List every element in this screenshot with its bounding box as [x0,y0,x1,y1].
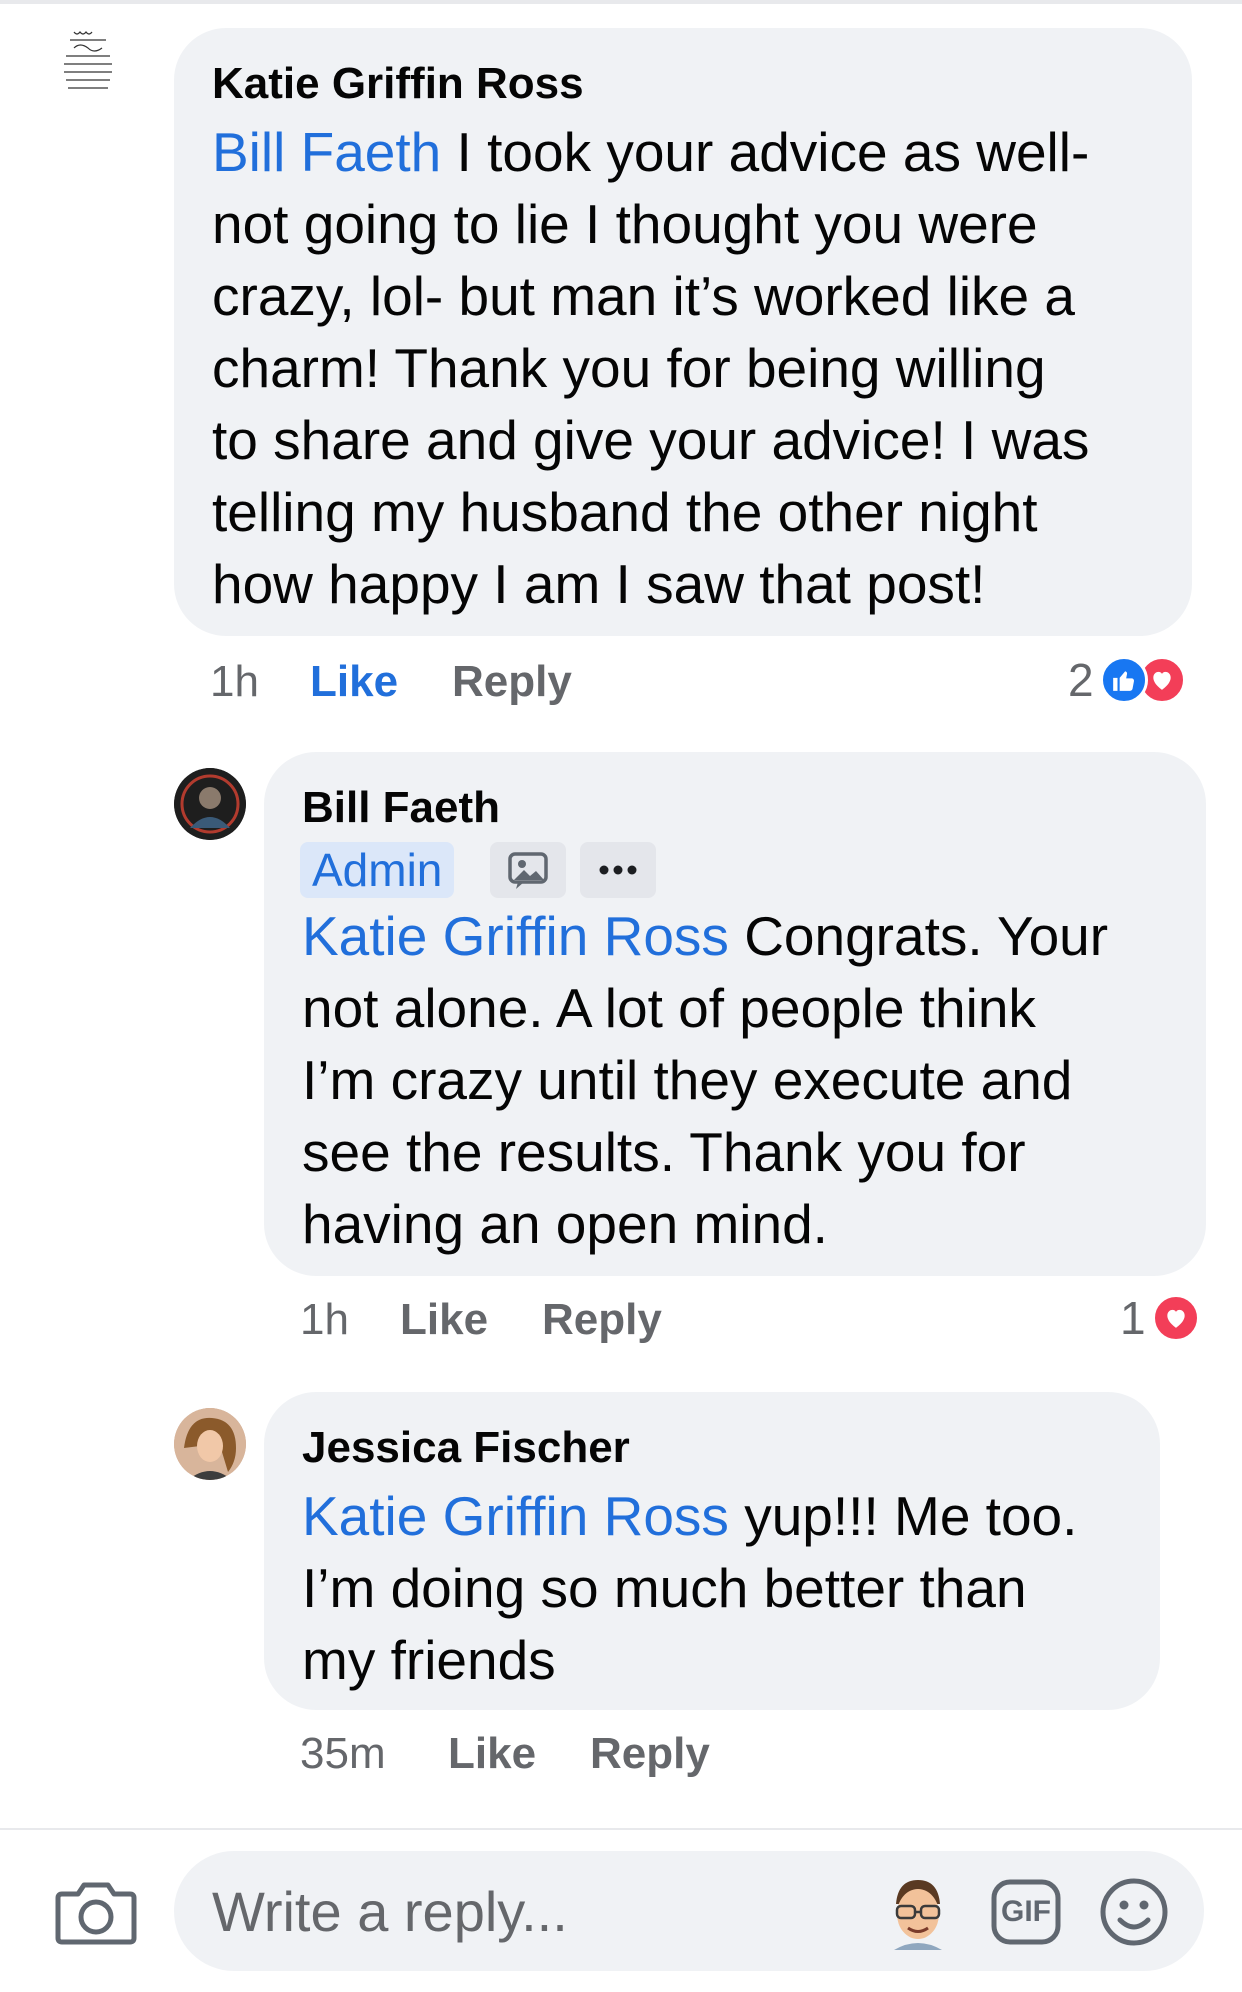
comment-timestamp: 1h [300,1295,349,1344]
avatar-sticker-icon [894,1880,942,1950]
like-button[interactable]: Like [400,1294,488,1346]
comment-text-line: telling my husband the other night [212,481,1038,543]
comment-text-line: I’m doing so much better than [302,1557,1027,1619]
reactions-summary[interactable]: 1 [1120,1290,1200,1346]
more-options-icon [599,865,637,875]
love-reaction-icon [1151,1294,1200,1342]
comment-timestamp: 1h [210,657,259,706]
comment-author-avatar[interactable] [174,1408,246,1480]
comment-text-line: how happy I am I saw that post! [212,553,986,615]
comment-text-line: having an open mind. [302,1193,828,1255]
mention-link[interactable]: Bill Faeth [212,121,441,183]
emoji-button[interactable] [1098,1876,1170,1948]
comment-text-line: to share and give your advice! I was [212,409,1090,471]
comment-timestamp: 35m [300,1729,386,1778]
image-icon [508,852,548,889]
comment-text-line: not alone. A lot of people think [302,977,1036,1039]
camera-icon [55,1882,137,1945]
top-divider [0,0,1242,4]
comment-author-name[interactable]: Bill Faeth [302,782,500,834]
reply-button[interactable]: Reply [542,1294,662,1346]
comment-text-line: I’m crazy until they execute and [302,1049,1073,1111]
gif-button[interactable]: GIF [990,1878,1062,1946]
reaction-count: 2 [1068,654,1094,706]
reply-button[interactable]: Reply [452,656,572,708]
reactions-summary[interactable]: 2 [1068,652,1186,708]
mention-link[interactable]: Katie Griffin Ross [302,1485,729,1547]
reaction-count: 1 [1120,1292,1146,1344]
admin-badge: Admin [300,842,455,898]
comment-text-line: my friends [302,1629,556,1691]
reply-button[interactable]: Reply [590,1728,710,1780]
like-button[interactable]: Like [310,656,398,708]
camera-button[interactable] [54,1876,138,1948]
like-reaction-icon [1099,656,1148,704]
comment-text-line: see the results. Thank you for [302,1121,1026,1183]
gif-label: GIF [1001,1895,1051,1928]
reply-input[interactable]: Write a reply... [212,1880,568,1944]
avatar-sticker-button[interactable] [880,1874,956,1950]
comment-text-line: Bill Faeth I took your advice as well- [212,121,1090,183]
comment-text-line: Katie Griffin Ross yup!!! Me too. [302,1485,1078,1547]
comment-text-line: crazy, lol- but man it’s worked like a [212,265,1076,327]
comment-text-line: charm! Thank you for being willing [212,337,1046,399]
joy-quote-avatar-icon [64,31,112,89]
emoji-icon [1100,1878,1168,1946]
profile-photo-avatar-icon [174,768,246,840]
mention-link[interactable]: Katie Griffin Ross [302,905,729,967]
comment-text-line: not going to lie I thought you were [212,193,1038,255]
image-badge[interactable] [490,842,566,898]
like-button[interactable]: Like [448,1728,536,1780]
profile-photo-avatar-icon [174,1408,246,1480]
comment-text-line: Katie Griffin Ross Congrats. Your [302,905,1109,967]
comment-author-name[interactable]: Jessica Fischer [302,1422,630,1474]
more-options-button[interactable] [580,842,656,898]
comment-author-avatar[interactable] [52,28,124,100]
comment-author-avatar[interactable] [174,768,246,840]
comment-author-name[interactable]: Katie Griffin Ross [212,58,584,110]
